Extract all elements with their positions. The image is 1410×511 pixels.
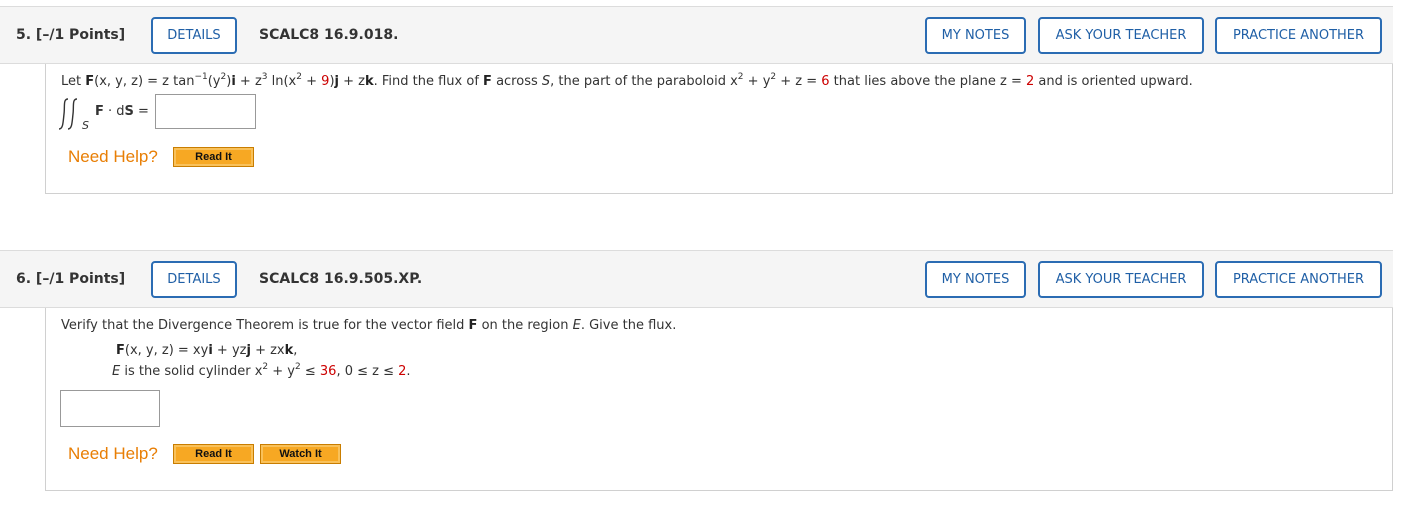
q6-answer-input[interactable]	[60, 390, 160, 427]
q5-problem-text: Let F(x, y, z) = z tan−1(y2)i + z3 ln(x2…	[61, 72, 1193, 90]
question-6-number: 6. [–/1 Points]	[16, 271, 126, 287]
q5-answer-input[interactable]	[155, 94, 256, 129]
surface-integral-label: F · dS =	[95, 104, 149, 119]
q6-problem-id: SCALC8 16.9.505.XP.	[259, 271, 423, 287]
q5-ask-teacher-button[interactable]: ASK YOUR TEACHER	[1038, 17, 1204, 54]
q5-practice-another-button[interactable]: PRACTICE ANOTHER	[1215, 17, 1382, 54]
q5-need-help-label: Need Help?	[68, 147, 158, 166]
q6-vector-field: F(x, y, z) = xyi + yzj + zxk,	[116, 343, 298, 358]
q6-practice-another-button[interactable]: PRACTICE ANOTHER	[1215, 261, 1382, 298]
integral-subscript: S	[82, 119, 89, 132]
q6-region: E is the solid cylinder x2 + y2 ≤ 36, 0 …	[112, 362, 411, 380]
double-integral-icon: S	[58, 98, 89, 132]
question-5-number: 5. [–/1 Points]	[16, 27, 126, 43]
q6-details-button[interactable]: DETAILS	[151, 261, 237, 298]
q6-read-it-button[interactable]: Read It	[173, 444, 254, 464]
q6-ask-teacher-button[interactable]: ASK YOUR TEACHER	[1038, 261, 1204, 298]
q6-my-notes-button[interactable]: MY NOTES	[925, 261, 1026, 298]
q6-watch-it-button[interactable]: Watch It	[260, 444, 341, 464]
q5-problem-id: SCALC8 16.9.018.	[259, 27, 399, 43]
q5-my-notes-button[interactable]: MY NOTES	[925, 17, 1026, 54]
q6-problem-intro: Verify that the Divergence Theorem is tr…	[61, 318, 677, 333]
q6-need-help-label: Need Help?	[68, 444, 158, 463]
question-6-header: 6. [–/1 Points] DETAILS SCALC8 16.9.505.…	[0, 250, 1393, 308]
q5-read-it-button[interactable]: Read It	[173, 147, 254, 167]
q5-details-button[interactable]: DETAILS	[151, 17, 237, 54]
question-5-header: 5. [–/1 Points] DETAILS SCALC8 16.9.018.…	[0, 6, 1393, 64]
